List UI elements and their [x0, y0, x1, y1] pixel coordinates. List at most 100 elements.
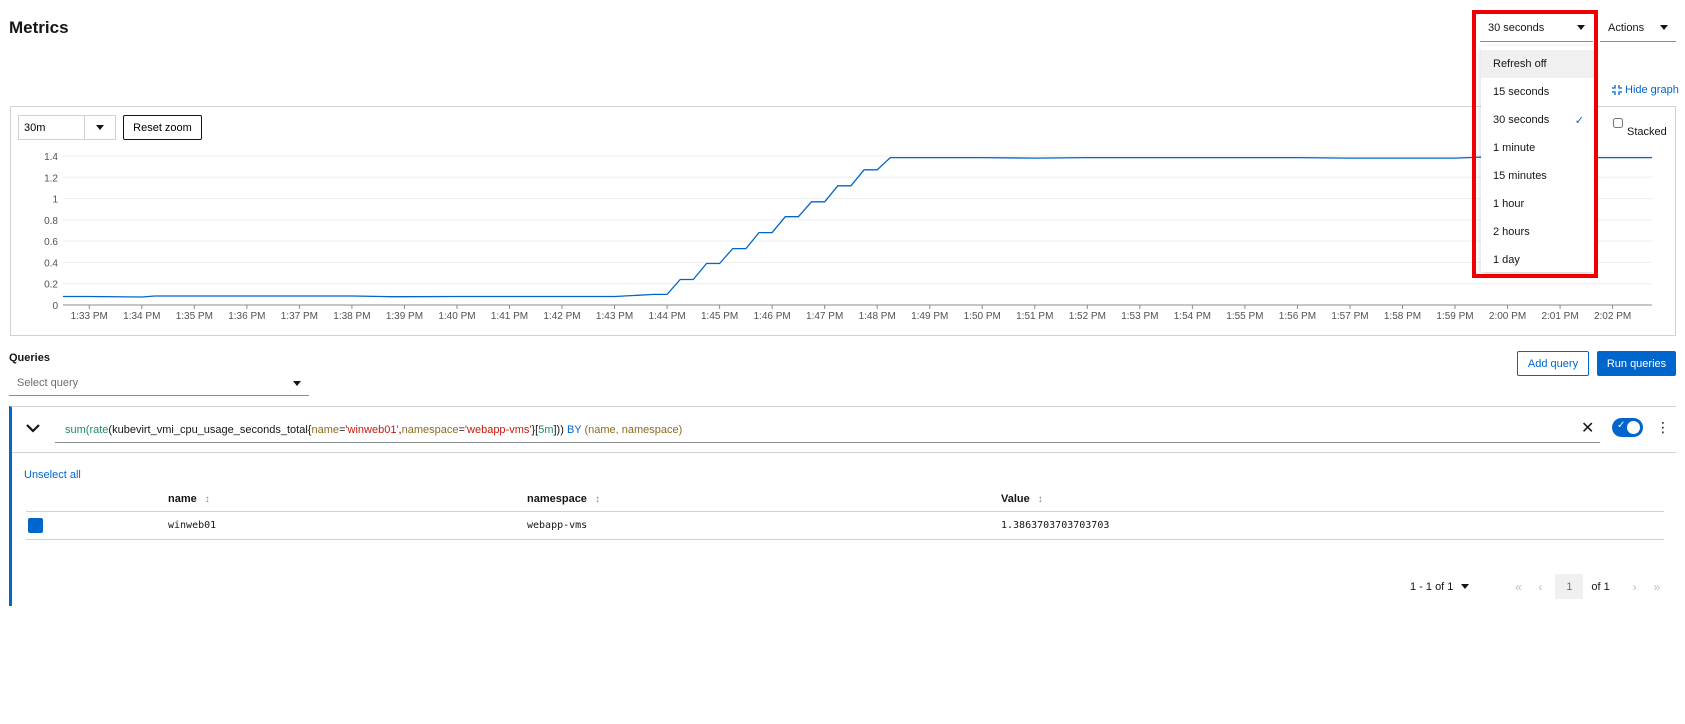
y-tick-label: 0.6	[44, 237, 58, 248]
x-tick-label: 1:55 PM	[1226, 311, 1263, 322]
y-tick-label: 0.8	[44, 216, 58, 227]
query-token-range: 5m	[538, 424, 554, 436]
switch-knob	[1627, 421, 1640, 434]
y-tick-label: 0.2	[44, 280, 58, 291]
query-token-label-namespace: namespace	[401, 424, 459, 436]
refresh-option-label: 2 hours	[1493, 226, 1530, 238]
table-cell-namespace: webapp-vms	[527, 520, 588, 531]
query-token-close: ]))	[553, 424, 567, 436]
refresh-option[interactable]: 15 seconds	[1481, 78, 1594, 106]
x-tick-label: 1:45 PM	[701, 311, 738, 322]
stacked-label: Stacked	[1627, 126, 1667, 138]
per-page-dropdown[interactable]: 1 - 1 of 1	[1410, 580, 1470, 593]
first-page-icon[interactable]: «	[1507, 580, 1529, 594]
caret-down-icon	[1461, 584, 1470, 589]
table-cell-name: winweb01	[168, 520, 217, 531]
refresh-interval-menu: Refresh off 15 seconds 30 seconds ✓ 1 minute…	[1481, 46, 1594, 272]
refresh-option[interactable]: 15 minutes	[1481, 162, 1594, 190]
check-icon: ✓	[1617, 420, 1626, 431]
column-header-value[interactable]: Value ↕	[1001, 493, 1043, 505]
x-tick-label: 1:49 PM	[911, 311, 948, 322]
x-tick-label: 1:35 PM	[176, 311, 213, 322]
time-span-select[interactable]	[18, 115, 116, 140]
column-header-name[interactable]: name ↕	[168, 493, 210, 505]
query-token-sum: sum(	[65, 424, 90, 436]
select-query-placeholder: Select query	[17, 377, 79, 389]
last-page-icon[interactable]: »	[1646, 580, 1668, 594]
x-tick-label: 1:46 PM	[754, 311, 791, 322]
x-tick-label: 1:42 PM	[543, 311, 580, 322]
x-tick-label: 1:54 PM	[1174, 311, 1211, 322]
refresh-option-label: 1 minute	[1493, 142, 1536, 154]
kebab-menu-icon[interactable]: ⋮	[1656, 419, 1670, 436]
add-query-button[interactable]: Add query	[1517, 351, 1589, 376]
page-of-label: of 1	[1591, 580, 1610, 593]
y-tick-label: 1.2	[44, 173, 58, 184]
refresh-option-label: 1 hour	[1493, 198, 1525, 210]
query-enabled-switch[interactable]: ✓	[1612, 418, 1643, 437]
x-tick-label: 2:01 PM	[1541, 311, 1578, 322]
y-tick-label: 0	[52, 301, 58, 312]
select-query-dropdown[interactable]: Select query	[9, 371, 309, 396]
y-tick-label: 1	[52, 195, 58, 206]
x-tick-label: 1:37 PM	[281, 311, 318, 322]
clear-query-icon[interactable]: ✕	[1581, 418, 1594, 438]
x-tick-label: 1:34 PM	[123, 311, 160, 322]
column-header-label: name	[168, 493, 197, 505]
pagination: 1 - 1 of 1 « ‹ of 1 › »	[1410, 574, 1668, 599]
unselect-all-link[interactable]: Unselect all	[24, 469, 81, 481]
refresh-option[interactable]: 2 hours	[1481, 218, 1594, 246]
x-tick-label: 1:38 PM	[333, 311, 370, 322]
chevron-down-icon[interactable]	[25, 420, 41, 436]
x-tick-label: 1:47 PM	[806, 311, 843, 322]
next-page-icon[interactable]: ›	[1624, 580, 1646, 594]
sort-icon: ↕	[1037, 493, 1043, 505]
y-tick-label: 0.4	[44, 258, 58, 269]
check-icon: ✓	[1574, 114, 1584, 127]
refresh-option[interactable]: 1 minute	[1481, 134, 1594, 162]
x-tick-label: 1:36 PM	[228, 311, 265, 322]
x-tick-label: 2:00 PM	[1489, 311, 1526, 322]
x-tick-label: 1:51 PM	[1016, 311, 1053, 322]
x-tick-label: 1:52 PM	[1069, 311, 1106, 322]
previous-page-icon[interactable]: ‹	[1529, 580, 1551, 594]
x-tick-label: 1:40 PM	[438, 311, 475, 322]
table-cell-value: 1.3863703703703703	[1001, 520, 1110, 531]
x-tick-label: 1:59 PM	[1436, 311, 1473, 322]
series-color-swatch[interactable]	[28, 518, 43, 533]
refresh-option[interactable]: 1 hour	[1481, 190, 1594, 218]
metrics-chart[interactable]: 0 0.2 0.4 0.6 0.8 1 1.2 1.4 1:33 PM 1:34 PM 1:35 P…	[0, 0, 1685, 340]
column-header-namespace[interactable]: namespace ↕	[527, 493, 600, 505]
x-tick-label: 1:39 PM	[386, 311, 423, 322]
refresh-option[interactable]: 1 day	[1481, 246, 1594, 274]
table-header-divider	[26, 511, 1664, 512]
x-tick-label: 1:53 PM	[1121, 311, 1158, 322]
query-token-group: (name, namespace)	[581, 424, 683, 436]
reset-zoom-button[interactable]: Reset zoom	[123, 115, 202, 140]
refresh-option-label: Refresh off	[1493, 58, 1547, 70]
query-token-label-name: name	[311, 424, 339, 436]
caret-down-icon	[96, 125, 104, 130]
page-number-input[interactable]	[1555, 574, 1584, 599]
query-expression-input[interactable]: sum(rate(kubevirt_vmi_cpu_usage_seconds_…	[55, 416, 1600, 443]
refresh-option[interactable]: 30 seconds ✓	[1481, 106, 1594, 134]
query-token-string: 'webapp-vms'	[464, 424, 532, 436]
x-tick-label: 1:50 PM	[964, 311, 1001, 322]
run-queries-button[interactable]: Run queries	[1597, 351, 1676, 376]
queries-heading: Queries	[9, 352, 50, 364]
stacked-checkbox[interactable]	[1613, 118, 1623, 128]
sort-icon: ↕	[204, 493, 210, 505]
sort-icon: ↕	[594, 493, 600, 505]
time-span-dropdown-button[interactable]	[85, 116, 115, 139]
column-header-label: Value	[1001, 493, 1030, 505]
stacked-checkbox-group[interactable]: Stacked	[1613, 118, 1667, 138]
x-tick-label: 1:44 PM	[648, 311, 685, 322]
pagination-range-label: 1 - 1 of 1	[1410, 580, 1454, 593]
x-tick-label: 1:58 PM	[1384, 311, 1421, 322]
time-span-input[interactable]	[19, 116, 85, 139]
refresh-option-label: 1 day	[1493, 254, 1520, 266]
refresh-option[interactable]: Refresh off	[1481, 50, 1594, 78]
query-token-rate: rate	[89, 424, 109, 436]
caret-down-icon	[293, 380, 301, 386]
x-tick-label: 2:02 PM	[1594, 311, 1631, 322]
